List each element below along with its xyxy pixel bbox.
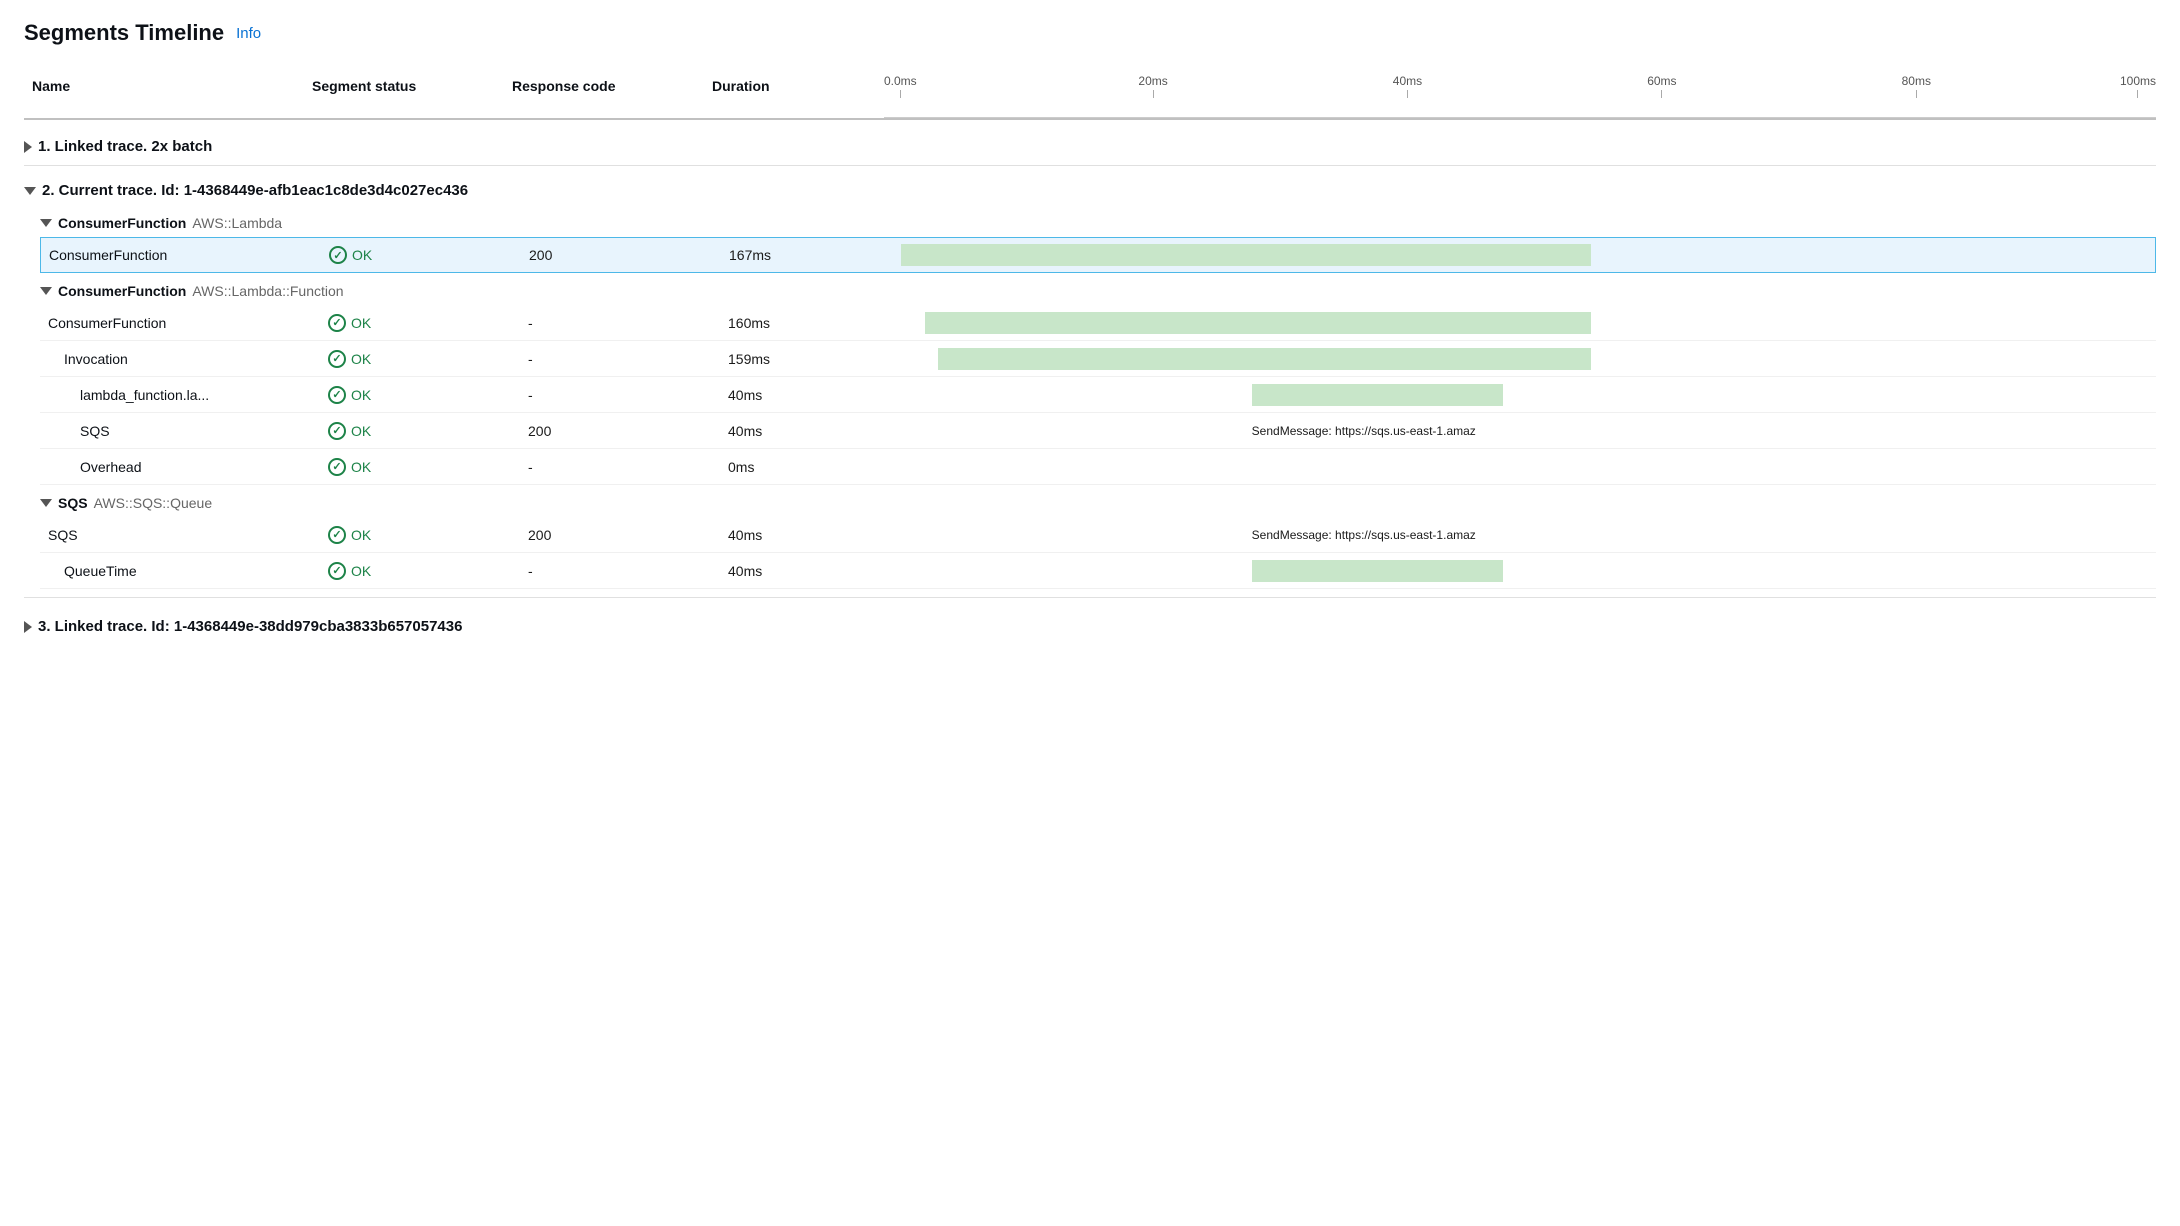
cell-name-r3: Invocation: [40, 345, 320, 373]
cell-bar-r6: [900, 449, 2156, 484]
col-segment-status: Segment status: [304, 74, 504, 118]
ok-icon-r3: ✓: [328, 350, 346, 368]
row-invocation[interactable]: Invocation ✓ OK - 159ms: [40, 341, 2156, 377]
cell-status-r2: ✓ OK: [320, 308, 520, 338]
ruler-tick-60: 60ms: [1647, 74, 1676, 98]
section-consumer-lambda-function: ConsumerFunction AWS::Lambda::Function C…: [24, 273, 2156, 485]
ok-icon-r1: ✓: [329, 246, 347, 264]
cell-code-r5: 200: [520, 417, 720, 445]
cell-name-r1: ConsumerFunction: [41, 241, 321, 269]
group2-header: 2. Current trace. Id: 1-4368449e-afb1eac…: [24, 170, 2156, 205]
section-consumer-lambda: ConsumerFunction AWS::Lambda ConsumerFun…: [24, 205, 2156, 273]
cell-duration-r4: 40ms: [720, 381, 900, 409]
cell-bar-r4: [900, 377, 2156, 412]
bar-r4: [1252, 384, 1503, 406]
group3-header: 3. Linked trace. Id: 1-4368449e-38dd979c…: [24, 606, 2156, 641]
group2-toggle[interactable]: [24, 187, 36, 195]
ok-icon-r5: ✓: [328, 422, 346, 440]
cell-code-r8: -: [520, 557, 720, 585]
cell-code-r3: -: [520, 345, 720, 373]
cell-bar-r5: SendMessage: https://sqs.us-east-1.amaz: [900, 413, 2156, 448]
cell-name-r2: ConsumerFunction: [40, 309, 320, 337]
cell-duration-r5: 40ms: [720, 417, 900, 445]
cell-bar-r1: [901, 238, 2155, 272]
group2-label: 2. Current trace. Id: 1-4368449e-afb1eac…: [42, 182, 468, 199]
bar-r3: [938, 348, 1591, 370]
section3-header: SQS AWS::SQS::Queue: [40, 485, 2156, 517]
group3-label: 3. Linked trace. Id: 1-4368449e-38dd979c…: [38, 618, 462, 635]
cell-status-r5: ✓ OK: [320, 416, 520, 446]
cell-bar-r3: [900, 341, 2156, 376]
cell-bar-r8: [900, 553, 2156, 588]
info-link[interactable]: Info: [236, 25, 261, 42]
section2-toggle[interactable]: [40, 287, 52, 295]
cell-name-r7: SQS: [40, 521, 320, 549]
page-title: Segments Timeline: [24, 20, 224, 46]
col-duration: Duration: [704, 74, 884, 118]
cell-code-r1: 200: [521, 241, 721, 269]
ruler-tick-100: 100ms: [2120, 74, 2156, 98]
ok-icon-r7: ✓: [328, 526, 346, 544]
col-response-code: Response code: [504, 74, 704, 118]
cell-code-r2: -: [520, 309, 720, 337]
cell-status-r7: ✓ OK: [320, 520, 520, 550]
cell-bar-r2: [900, 305, 2156, 340]
cell-duration-r6: 0ms: [720, 453, 900, 481]
bar-r2: [925, 312, 1591, 334]
row-sqs-main[interactable]: SQS ✓ OK 200 40ms SendMessage: https://s…: [40, 517, 2156, 553]
cell-name-r4: lambda_function.la...: [40, 381, 320, 409]
bar-label-r5: SendMessage: https://sqs.us-east-1.amaz: [1252, 424, 1476, 438]
ruler-tick-0: 0.0ms: [884, 74, 917, 98]
row-consumer-function-2[interactable]: ConsumerFunction ✓ OK - 160ms: [40, 305, 2156, 341]
section-sqs-queue: SQS AWS::SQS::Queue SQS ✓ OK 200 40ms Se…: [24, 485, 2156, 589]
group1-toggle[interactable]: [24, 141, 32, 153]
ok-icon-r4: ✓: [328, 386, 346, 404]
row-sqs-lambda[interactable]: SQS ✓ OK 200 40ms SendMessage: https://s…: [40, 413, 2156, 449]
bar-label-r7: SendMessage: https://sqs.us-east-1.amaz: [1252, 528, 1476, 542]
row-overhead[interactable]: Overhead ✓ OK - 0ms: [40, 449, 2156, 485]
cell-status-r8: ✓ OK: [320, 556, 520, 586]
cell-bar-r7: SendMessage: https://sqs.us-east-1.amaz: [900, 517, 2156, 552]
cell-status-r6: ✓ OK: [320, 452, 520, 482]
section1-toggle[interactable]: [40, 219, 52, 227]
bar-r8: [1252, 560, 1503, 582]
ok-icon-r2: ✓: [328, 314, 346, 332]
group1-label: 1. Linked trace. 2x batch: [38, 138, 212, 155]
ruler-tick-20: 20ms: [1138, 74, 1167, 98]
cell-status-r4: ✓ OK: [320, 380, 520, 410]
cell-duration-r7: 40ms: [720, 521, 900, 549]
ok-icon-r8: ✓: [328, 562, 346, 580]
ok-icon-r6: ✓: [328, 458, 346, 476]
ruler-tick-40: 40ms: [1393, 74, 1422, 98]
row-lambda-function[interactable]: lambda_function.la... ✓ OK - 40ms: [40, 377, 2156, 413]
cell-name-r5: SQS: [40, 417, 320, 445]
ruler-tick-80: 80ms: [1902, 74, 1931, 98]
col-name: Name: [24, 74, 304, 118]
cell-duration-r1: 167ms: [721, 241, 901, 269]
section1-header: ConsumerFunction AWS::Lambda: [40, 205, 2156, 237]
group3-toggle[interactable]: [24, 621, 32, 633]
cell-code-r4: -: [520, 381, 720, 409]
timeline-ruler: 0.0ms 20ms 40ms 60ms 80ms: [884, 74, 2156, 118]
cell-duration-r2: 160ms: [720, 309, 900, 337]
row-queue-time[interactable]: QueueTime ✓ OK - 40ms: [40, 553, 2156, 589]
cell-status-r1: ✓ OK: [321, 240, 521, 270]
section3-toggle[interactable]: [40, 499, 52, 507]
cell-code-r6: -: [520, 453, 720, 481]
section2-header: ConsumerFunction AWS::Lambda::Function: [40, 273, 2156, 305]
column-headers-row: Name Segment status Response code Durati…: [24, 74, 2156, 118]
cell-duration-r8: 40ms: [720, 557, 900, 585]
bar-r1: [901, 244, 1591, 266]
row-consumer-function-main[interactable]: ConsumerFunction ✓ OK 200 167ms: [40, 237, 2156, 273]
cell-code-r7: 200: [520, 521, 720, 549]
cell-name-r6: Overhead: [40, 453, 320, 481]
timeline-container: Name Segment status Response code Durati…: [24, 74, 2156, 641]
cell-name-r8: QueueTime: [40, 557, 320, 585]
cell-duration-r3: 159ms: [720, 345, 900, 373]
group1-header: 1. Linked trace. 2x batch: [24, 126, 2156, 161]
cell-status-r3: ✓ OK: [320, 344, 520, 374]
page-header: Segments Timeline Info: [24, 20, 2156, 46]
